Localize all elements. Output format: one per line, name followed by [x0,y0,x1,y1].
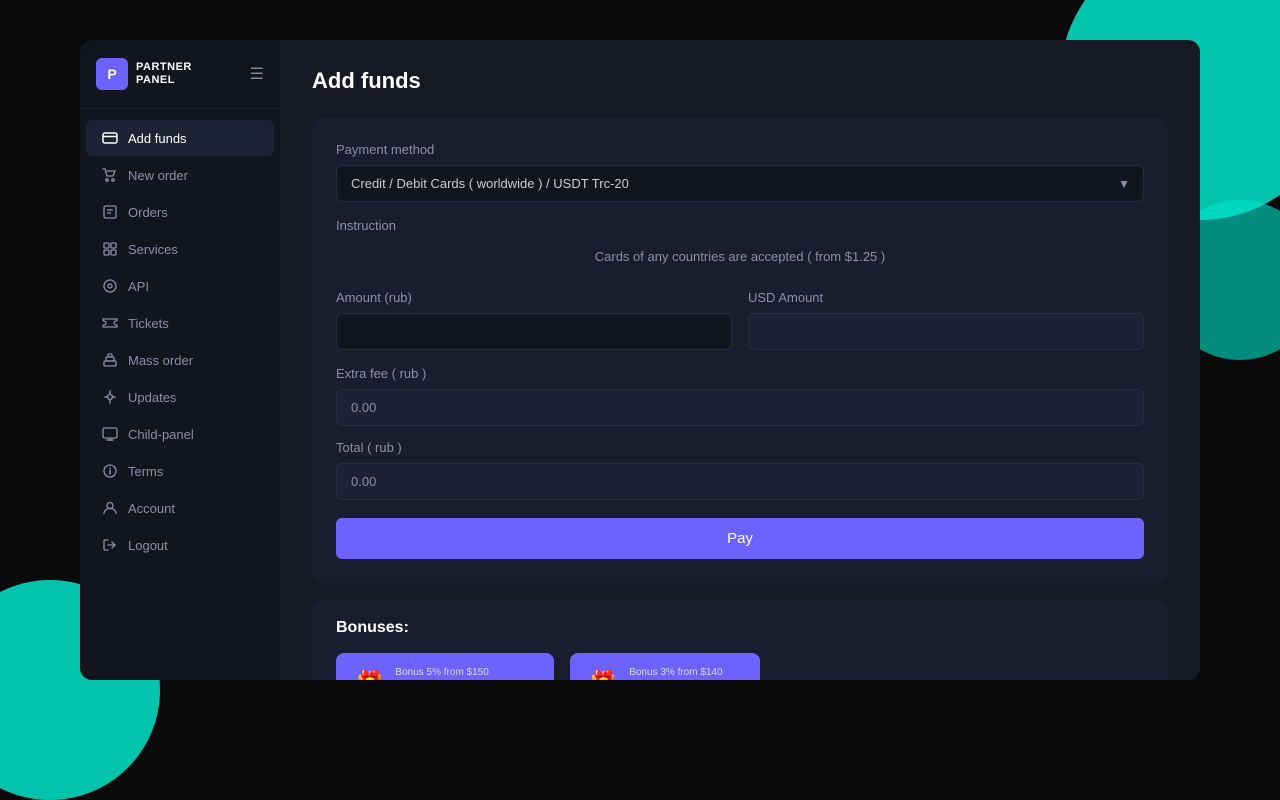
sidebar-item-child-panel[interactable]: Child-panel [86,416,274,452]
bonus-item-1[interactable]: 🎁 Bonus 3% from $140 PAYEER [570,653,760,680]
sidebar-header: P PARTNERPANEL ☰ [80,40,280,109]
sidebar-item-label-orders: Orders [128,205,168,220]
payment-method-select[interactable]: Credit / Debit Cards ( worldwide ) / USD… [336,165,1144,202]
usd-amount-field: USD Amount [748,290,1144,350]
sidebar-item-mass-order[interactable]: Mass order [86,342,274,378]
sidebar-item-label-terms: Terms [128,464,163,479]
mass-order-icon [102,352,118,368]
sidebar-item-label-updates: Updates [128,390,176,405]
terms-icon [102,463,118,479]
sidebar-item-label-mass-order: Mass order [128,353,193,368]
logo-area: P PARTNERPANEL [96,58,192,90]
usd-amount-label: USD Amount [748,290,1144,305]
amount-rub-field: Amount (rub) [336,290,732,350]
gift-icon-0: 🎁 [356,669,383,680]
sidebar-item-tickets[interactable]: Tickets [86,305,274,341]
amount-rub-input[interactable] [336,313,732,350]
sidebar-item-add-funds[interactable]: Add funds [86,120,274,156]
updates-icon [102,389,118,405]
payment-method-wrapper: Credit / Debit Cards ( worldwide ) / USD… [336,165,1144,202]
bonus-items: 🎁 Bonus 5% from $150 Coinbase | PM USD 🎁… [336,653,1144,680]
child-panel-icon [102,426,118,442]
extra-fee-section: Extra fee ( rub ) [336,366,1144,426]
total-input [336,463,1144,500]
main-content: Add funds Payment method Credit / Debit … [280,40,1200,680]
total-section: Total ( rub ) [336,440,1144,500]
sidebar-item-label-services: Services [128,242,178,257]
orders-icon [102,204,118,220]
sidebar-item-label-account: Account [128,501,175,516]
bonus-info-0: Bonus 5% from $150 Coinbase | PM USD [395,667,533,680]
add-funds-icon [102,130,118,146]
instruction-text: Cards of any countries are accepted ( fr… [336,241,1144,272]
amount-rub-label: Amount (rub) [336,290,732,305]
sidebar-item-label-logout: Logout [128,538,168,553]
total-label: Total ( rub ) [336,440,1144,455]
tickets-icon [102,315,118,331]
sidebar-item-label-tickets: Tickets [128,316,169,331]
extra-fee-input [336,389,1144,426]
bonus-subtitle-0: Bonus 5% from $150 [395,667,533,678]
amount-row: Amount (rub) USD Amount [336,290,1144,350]
sidebar-nav: Add funds New order Orders Services API Ticke… [80,109,280,680]
bonus-item-0[interactable]: 🎁 Bonus 5% from $150 Coinbase | PM USD [336,653,554,680]
account-icon [102,500,118,516]
sidebar-item-api[interactable]: API [86,268,274,304]
payment-method-label: Payment method [336,142,1144,157]
pay-button[interactable]: Pay [336,518,1144,559]
sidebar: P PARTNERPANEL ☰ Add funds New order Order… [80,40,280,680]
sidebar-item-label-add-funds: Add funds [128,131,187,146]
bonuses-card: Bonuses: 🎁 Bonus 5% from $150 Coinbase |… [312,599,1168,680]
usd-amount-input [748,313,1144,350]
extra-fee-label: Extra fee ( rub ) [336,366,1144,381]
bonuses-title: Bonuses: [336,619,1144,637]
hamburger-icon[interactable]: ☰ [250,64,264,84]
logout-icon [102,537,118,553]
sidebar-item-logout[interactable]: Logout [86,527,274,563]
bonus-subtitle-1: Bonus 3% from $140 [629,667,722,678]
gift-icon-1: 🎁 [590,669,617,680]
instruction-section: Instruction Cards of any countries are a… [336,218,1144,272]
services-icon [102,241,118,257]
logo-text: PARTNERPANEL [136,61,192,87]
sidebar-item-label-child-panel: Child-panel [128,427,194,442]
sidebar-item-label-api: API [128,279,149,294]
add-funds-card: Payment method Credit / Debit Cards ( wo… [312,118,1168,583]
sidebar-item-terms[interactable]: Terms [86,453,274,489]
logo-icon: P [96,58,128,90]
sidebar-item-account[interactable]: Account [86,490,274,526]
instruction-label: Instruction [336,218,1144,233]
sidebar-item-new-order[interactable]: New order [86,157,274,193]
sidebar-item-updates[interactable]: Updates [86,379,274,415]
payment-method-section: Payment method Credit / Debit Cards ( wo… [336,142,1144,202]
api-icon [102,278,118,294]
app-container: P PARTNERPANEL ☰ Add funds New order Order… [80,40,1200,680]
bonus-info-1: Bonus 3% from $140 PAYEER [629,667,722,680]
sidebar-item-orders[interactable]: Orders [86,194,274,230]
new-order-icon [102,167,118,183]
sidebar-item-label-new-order: New order [128,168,188,183]
sidebar-item-services[interactable]: Services [86,231,274,267]
page-title: Add funds [312,68,1168,94]
